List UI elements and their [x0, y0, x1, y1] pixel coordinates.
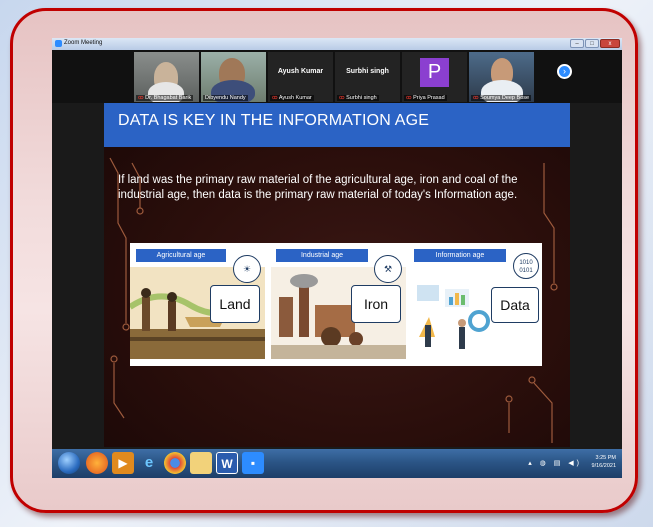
age-label: Information age [414, 249, 506, 262]
age-label: Industrial age [276, 249, 368, 262]
screen-capture: Zoom Meeting – □ x ꝏ Dr. Bhagabat Barik … [52, 38, 622, 478]
windows-taskbar: ▶ e W ▪ ▴ ◍ ▤ ◀) 3:25 PM 9/16/2021 [52, 449, 622, 478]
zoom-icon[interactable]: ▪ [242, 452, 264, 474]
slide-title: DATA IS KEY IN THE INFORMATION AGE [118, 112, 430, 129]
clock-date: 9/16/2021 [591, 463, 616, 469]
participant-tile[interactable]: Ayush Kumar ꝏ Ayush Kumar [268, 52, 333, 102]
mic-muted-icon: ꝏ [272, 95, 278, 101]
slide-title-banner: DATA IS KEY IN THE INFORMATION AGE [104, 103, 570, 147]
firefox-icon[interactable] [86, 452, 108, 474]
participant-tile[interactable]: ꝏ Soumya Deep Bose [469, 52, 534, 102]
age-column: Agricultural age ☀ Land [130, 243, 265, 366]
participant-display-name: Ayush Kumar [277, 68, 324, 75]
mic-muted-icon: ꝏ [339, 95, 345, 101]
mic-muted-icon: ꝏ [406, 95, 412, 101]
close-button[interactable]: x [600, 39, 620, 48]
participant-tile[interactable]: Surbhi singh ꝏ Surbhi singh [335, 52, 400, 102]
media-player-icon[interactable]: ▶ [112, 452, 134, 474]
participant-tile[interactable]: ꝏ Dr. Bhagabat Barik [134, 52, 199, 102]
participant-gallery: ꝏ Dr. Bhagabat Barik Dibyendu Nandy Ayus… [52, 50, 622, 103]
participant-tile[interactable]: P ꝏ Priya Prasad [402, 52, 467, 102]
zoom-app-icon [55, 40, 62, 47]
age-column: Industrial age ⚒ Iron [271, 243, 406, 366]
participant-name: Dibyendu Nandy [205, 95, 246, 101]
system-tray[interactable]: ▴ ◍ ▤ ◀) [528, 459, 582, 467]
participant-tile[interactable]: Dibyendu Nandy [201, 52, 266, 102]
participant-display-name: Surbhi singh [346, 68, 389, 75]
participant-name: Ayush Kumar [278, 95, 312, 101]
age-keyword: Land [210, 285, 260, 323]
participant-name: Surbhi singh [346, 95, 377, 101]
anvil-icon: ⚒ [374, 255, 402, 283]
taskbar-clock[interactable]: 3:25 PM 9/16/2021 [592, 454, 616, 470]
mic-muted-icon: ꝏ [138, 95, 144, 101]
internet-explorer-icon[interactable]: e [138, 452, 160, 474]
age-keyword: Iron [351, 285, 401, 323]
participant-name: Priya Prasad [413, 95, 445, 101]
shared-slide: DATA IS KEY IN THE INFORMATION AGE If la… [104, 103, 570, 447]
windows-start-icon[interactable] [58, 452, 80, 474]
age-column: Information age 1010 0101 Data [409, 243, 542, 366]
chevron-right-icon[interactable]: › [557, 64, 572, 79]
maximize-button[interactable]: □ [585, 39, 599, 48]
binary-icon: 1010 0101 [513, 253, 539, 279]
avatar: P [420, 58, 449, 87]
participant-name: Dr. Bhagabat Barik [145, 95, 192, 101]
window-title: Zoom Meeting [64, 40, 103, 46]
age-keyword: Data [491, 287, 539, 323]
age-label: Agricultural age [136, 249, 226, 262]
chrome-icon[interactable] [164, 452, 186, 474]
ages-panel: Agricultural age ☀ Land Industrial age ⚒… [130, 243, 542, 366]
zoom-title-bar: Zoom Meeting – □ x [52, 38, 622, 50]
word-icon[interactable]: W [216, 452, 238, 474]
mic-muted-icon: ꝏ [473, 95, 479, 101]
file-explorer-icon[interactable] [190, 452, 212, 474]
clock-time: 3:25 PM [595, 455, 616, 461]
minimize-button[interactable]: – [570, 39, 584, 48]
sun-field-icon: ☀ [233, 255, 261, 283]
slide-body-text: If land was the primary raw material of … [118, 174, 518, 201]
participant-name: Soumya Deep Bose [480, 95, 530, 101]
